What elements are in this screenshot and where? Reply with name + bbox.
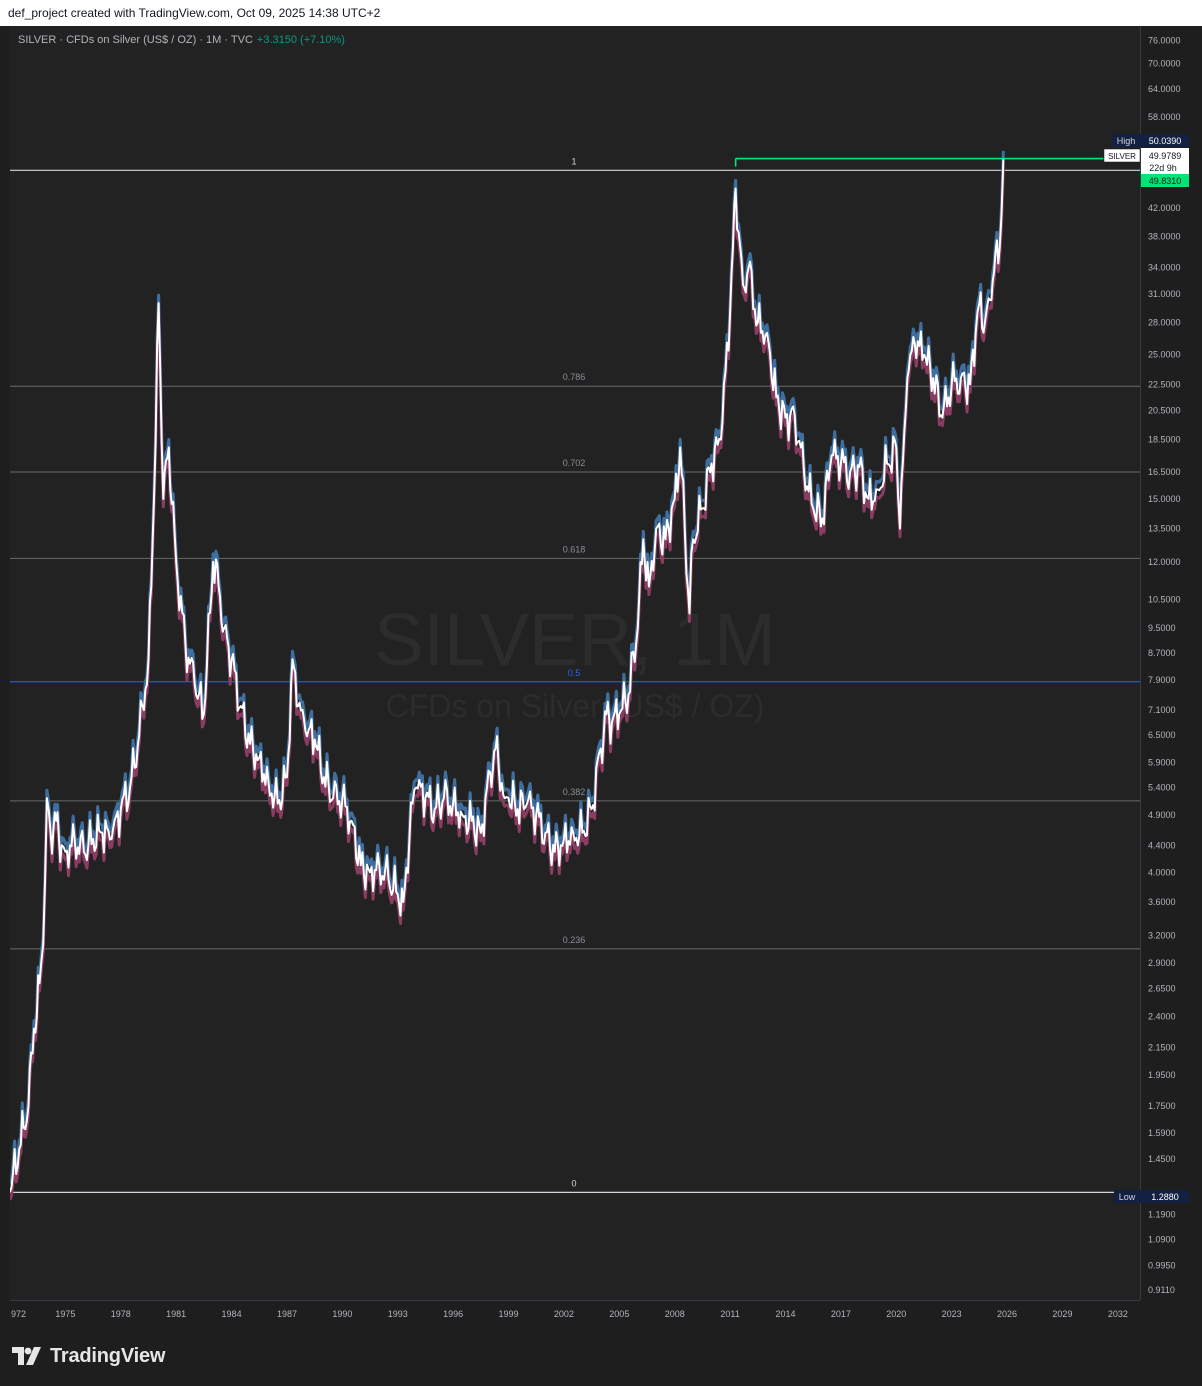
price-tick-41: 0.9110 <box>1148 1285 1175 1295</box>
time-tick-4: 1984 <box>222 1309 242 1319</box>
price-tick-18: 9.5000 <box>1148 623 1176 633</box>
price-tick-25: 4.9000 <box>1148 810 1176 820</box>
fib-label-0: 1 <box>571 156 576 166</box>
time-tick-12: 2008 <box>665 1309 685 1319</box>
high-badge: High 50.0390 <box>1112 134 1189 147</box>
price-tick-28: 3.6000 <box>1148 897 1176 907</box>
low-badge: Low 1.2880 <box>1114 1190 1189 1203</box>
price-tick-6: 34.0000 <box>1148 263 1181 273</box>
price-tick-20: 7.9000 <box>1148 675 1176 685</box>
price-tick-2: 64.0000 <box>1148 84 1181 94</box>
high-badge-value: 50.0390 <box>1149 136 1182 146</box>
time-tick-1: 1975 <box>55 1309 75 1319</box>
fib-label-3: 0.618 <box>563 544 586 554</box>
price-tick-10: 22.5000 <box>1148 379 1181 389</box>
price-tick-22: 6.5000 <box>1148 730 1176 740</box>
symbol-badge-label: SILVER <box>1108 152 1136 161</box>
price-tick-19: 8.7000 <box>1148 648 1176 658</box>
symbol-legend[interactable]: SILVER · CFDs on Silver (US$ / OZ) · 1M … <box>18 34 345 46</box>
price-tick-30: 2.9000 <box>1148 958 1176 968</box>
time-tick-15: 2017 <box>831 1309 851 1319</box>
high-badge-label: High <box>1117 136 1136 146</box>
fib-label-4: 0.5 <box>568 668 581 678</box>
fib-retracement[interactable]: 1 0.786 0.702 0.618 0.5 0.382 0.236 0 <box>10 156 1140 1193</box>
price-tick-21: 7.1000 <box>1148 705 1176 715</box>
price-tick-31: 2.6500 <box>1148 984 1176 994</box>
time-tick-5: 1987 <box>277 1309 297 1319</box>
bar-countdown: 22d 9h <box>1149 163 1177 173</box>
price-tick-8: 28.0000 <box>1148 318 1181 328</box>
time-tick-13: 2011 <box>720 1309 739 1319</box>
price-tick-1: 70.0000 <box>1148 59 1181 69</box>
time-tick-2: 1978 <box>111 1309 131 1319</box>
price-tick-33: 2.1500 <box>1148 1043 1176 1053</box>
fib-label-5: 0.382 <box>563 787 586 797</box>
price-tick-17: 10.5000 <box>1148 595 1181 605</box>
watermark: SILVER, 1M CFDs on Silver (US$ / OZ) <box>374 598 776 724</box>
tradingview-logo-icon <box>12 1347 41 1365</box>
time-axis-labels: 972 1975 1978 1981 1984 1987 1990 1993 1996 1999 2… <box>11 1309 1128 1319</box>
price-tick-9: 25.0000 <box>1148 350 1181 360</box>
price-tick-27: 4.0000 <box>1148 867 1176 877</box>
price-tick-37: 1.4500 <box>1148 1154 1176 1164</box>
fib-label-2: 0.702 <box>563 458 586 468</box>
watermark-description: CFDs on Silver (US$ / OZ) <box>386 688 765 724</box>
time-tick-20: 2032 <box>1108 1309 1128 1319</box>
fib-label-7: 0 <box>571 1178 576 1188</box>
time-tick-3: 1981 <box>166 1309 186 1319</box>
fib-label-1: 0.786 <box>563 372 586 382</box>
time-tick-11: 2005 <box>609 1309 629 1319</box>
price-tick-13: 16.5000 <box>1148 467 1181 477</box>
low-badge-value: 1.2880 <box>1151 1192 1179 1202</box>
price-chart[interactable]: SILVER, 1M CFDs on Silver (US$ / OZ) 10.… <box>0 0 1202 1386</box>
price-axis-labels: 76.0000 70.0000 64.0000 58.0000 42.0000 38.00… <box>1148 35 1181 1295</box>
time-tick-7: 1993 <box>388 1309 408 1319</box>
time-tick-17: 2023 <box>942 1309 962 1319</box>
time-tick-10: 2002 <box>554 1309 574 1319</box>
price-tick-16: 12.0000 <box>1148 557 1181 567</box>
price-tick-15: 13.5000 <box>1148 524 1181 534</box>
fib-label-6: 0.236 <box>563 935 586 945</box>
price-tick-3: 58.0000 <box>1148 112 1181 122</box>
tradingview-logo-text: TradingView <box>50 1344 166 1367</box>
legend-symbol-line: SILVER · CFDs on Silver (US$ / OZ) · 1M … <box>18 34 253 46</box>
prev-close-badge: 49.8310 <box>1141 174 1189 187</box>
time-tick-9: 1999 <box>499 1309 519 1319</box>
price-tick-0: 76.0000 <box>1148 35 1181 45</box>
price-tick-29: 3.2000 <box>1148 930 1176 940</box>
price-tick-12: 18.5000 <box>1148 435 1181 445</box>
symbol-badge-value: 49.9789 <box>1149 151 1182 161</box>
price-tick-34: 1.9500 <box>1148 1070 1176 1080</box>
price-tick-39: 1.0900 <box>1148 1235 1176 1245</box>
price-tick-14: 15.0000 <box>1148 494 1181 504</box>
price-tick-35: 1.7500 <box>1148 1101 1176 1111</box>
time-tick-8: 1996 <box>443 1309 463 1319</box>
price-tick-7: 31.0000 <box>1148 289 1181 299</box>
time-tick-6: 1990 <box>332 1309 352 1319</box>
price-tick-32: 2.4000 <box>1148 1012 1176 1022</box>
time-tick-16: 2020 <box>886 1309 906 1319</box>
low-badge-label: Low <box>1119 1192 1136 1202</box>
time-tick-18: 2026 <box>997 1309 1017 1319</box>
price-tick-4: 42.0000 <box>1148 203 1181 213</box>
prev-close-badge-value: 49.8310 <box>1149 176 1182 186</box>
price-tick-36: 1.5900 <box>1148 1128 1176 1138</box>
price-tick-38: 1.1900 <box>1148 1210 1176 1220</box>
time-tick-14: 2014 <box>775 1309 795 1319</box>
price-tick-5: 38.0000 <box>1148 231 1181 241</box>
tradingview-logo[interactable]: TradingView <box>12 1343 165 1369</box>
time-tick-0: 972 <box>11 1309 26 1319</box>
high-marker <box>734 157 1104 167</box>
price-tick-23: 5.9000 <box>1148 757 1176 767</box>
price-tick-40: 0.9950 <box>1148 1260 1176 1270</box>
price-tick-26: 4.4000 <box>1148 840 1176 850</box>
price-tick-11: 20.5000 <box>1148 406 1181 416</box>
legend-change: +3.3150 (+7.10%) <box>256 34 345 46</box>
price-tick-24: 5.4000 <box>1148 782 1176 792</box>
time-tick-19: 2029 <box>1052 1309 1072 1319</box>
